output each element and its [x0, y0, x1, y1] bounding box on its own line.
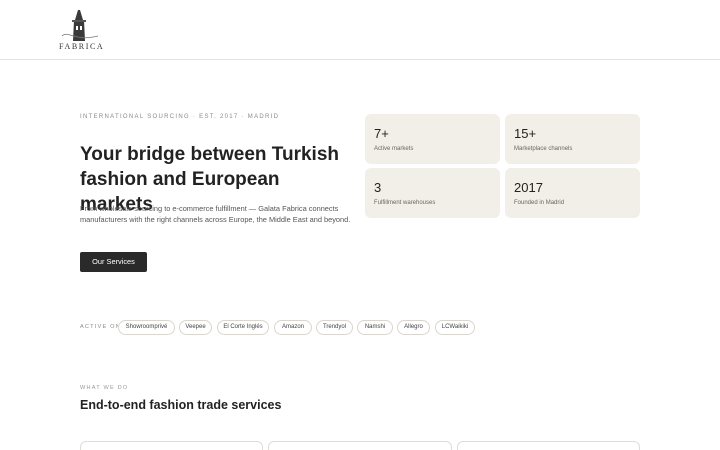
channel-chip: LCWaikiki — [435, 320, 475, 335]
channel-chip: Showroomprivé — [118, 320, 175, 335]
active-on-label: ACTIVE ON — [80, 324, 121, 330]
channel-chip: Namshi — [357, 320, 393, 335]
stat-value: 2017 — [514, 180, 543, 195]
channel-chip: Trendyol — [316, 320, 353, 335]
channel-chip: El Corte Inglés — [217, 320, 269, 335]
hero-lead: From wholesale sourcing to e-commerce fu… — [80, 204, 351, 224]
stat-card-founded: 2017 Founded in Madrid — [505, 168, 640, 218]
stat-label: Founded in Madrid — [514, 200, 565, 206]
stat-value: 15+ — [514, 126, 537, 141]
services-eyebrow: WHAT WE DO — [80, 385, 129, 391]
service-card[interactable] — [80, 441, 263, 450]
brand-logo[interactable]: FABRICA — [58, 8, 105, 54]
services-title: End-to-end fashion trade services — [80, 398, 282, 412]
stat-value: 3 — [374, 180, 382, 195]
channel-chip: Amazon — [274, 320, 312, 335]
service-card[interactable] — [268, 441, 452, 450]
galata-tower-icon — [61, 10, 99, 41]
logo-wordmark: FABRICA — [59, 42, 105, 51]
stat-card-active-markets: 7+ Active markets — [365, 114, 500, 164]
channel-chip: Allegro — [397, 320, 430, 335]
stat-card-marketplace-channels: 15+ Marketplace channels — [505, 114, 640, 164]
stat-card-fulfillment-warehouses: 3 Fulfillment warehouses — [365, 168, 500, 218]
stat-label: Marketplace channels — [514, 146, 573, 152]
hero-eyebrow: INTERNATIONAL SOURCING · EST. 2017 · MAD… — [80, 114, 280, 120]
service-card[interactable] — [457, 441, 640, 450]
site-header: FABRICA — [0, 0, 720, 60]
stat-value: 7+ — [374, 126, 389, 141]
stat-label: Active markets — [374, 146, 414, 152]
stat-label: Fulfillment warehouses — [374, 200, 436, 206]
our-services-button[interactable]: Our Services — [80, 252, 147, 272]
channel-chip: Veepee — [179, 320, 212, 335]
